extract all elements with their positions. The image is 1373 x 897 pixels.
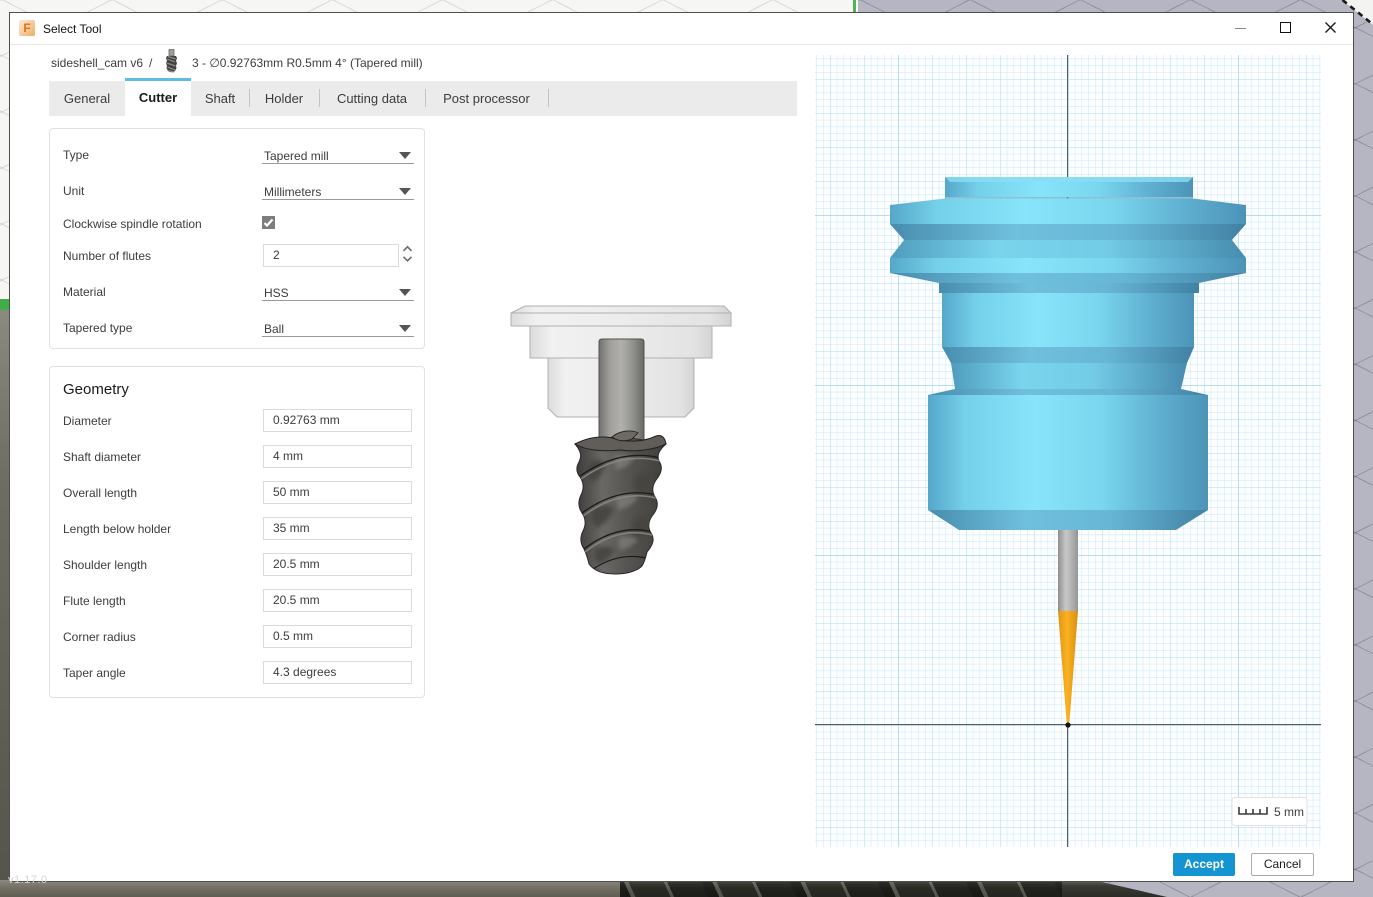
svg-text:5 mm: 5 mm xyxy=(1274,805,1304,819)
